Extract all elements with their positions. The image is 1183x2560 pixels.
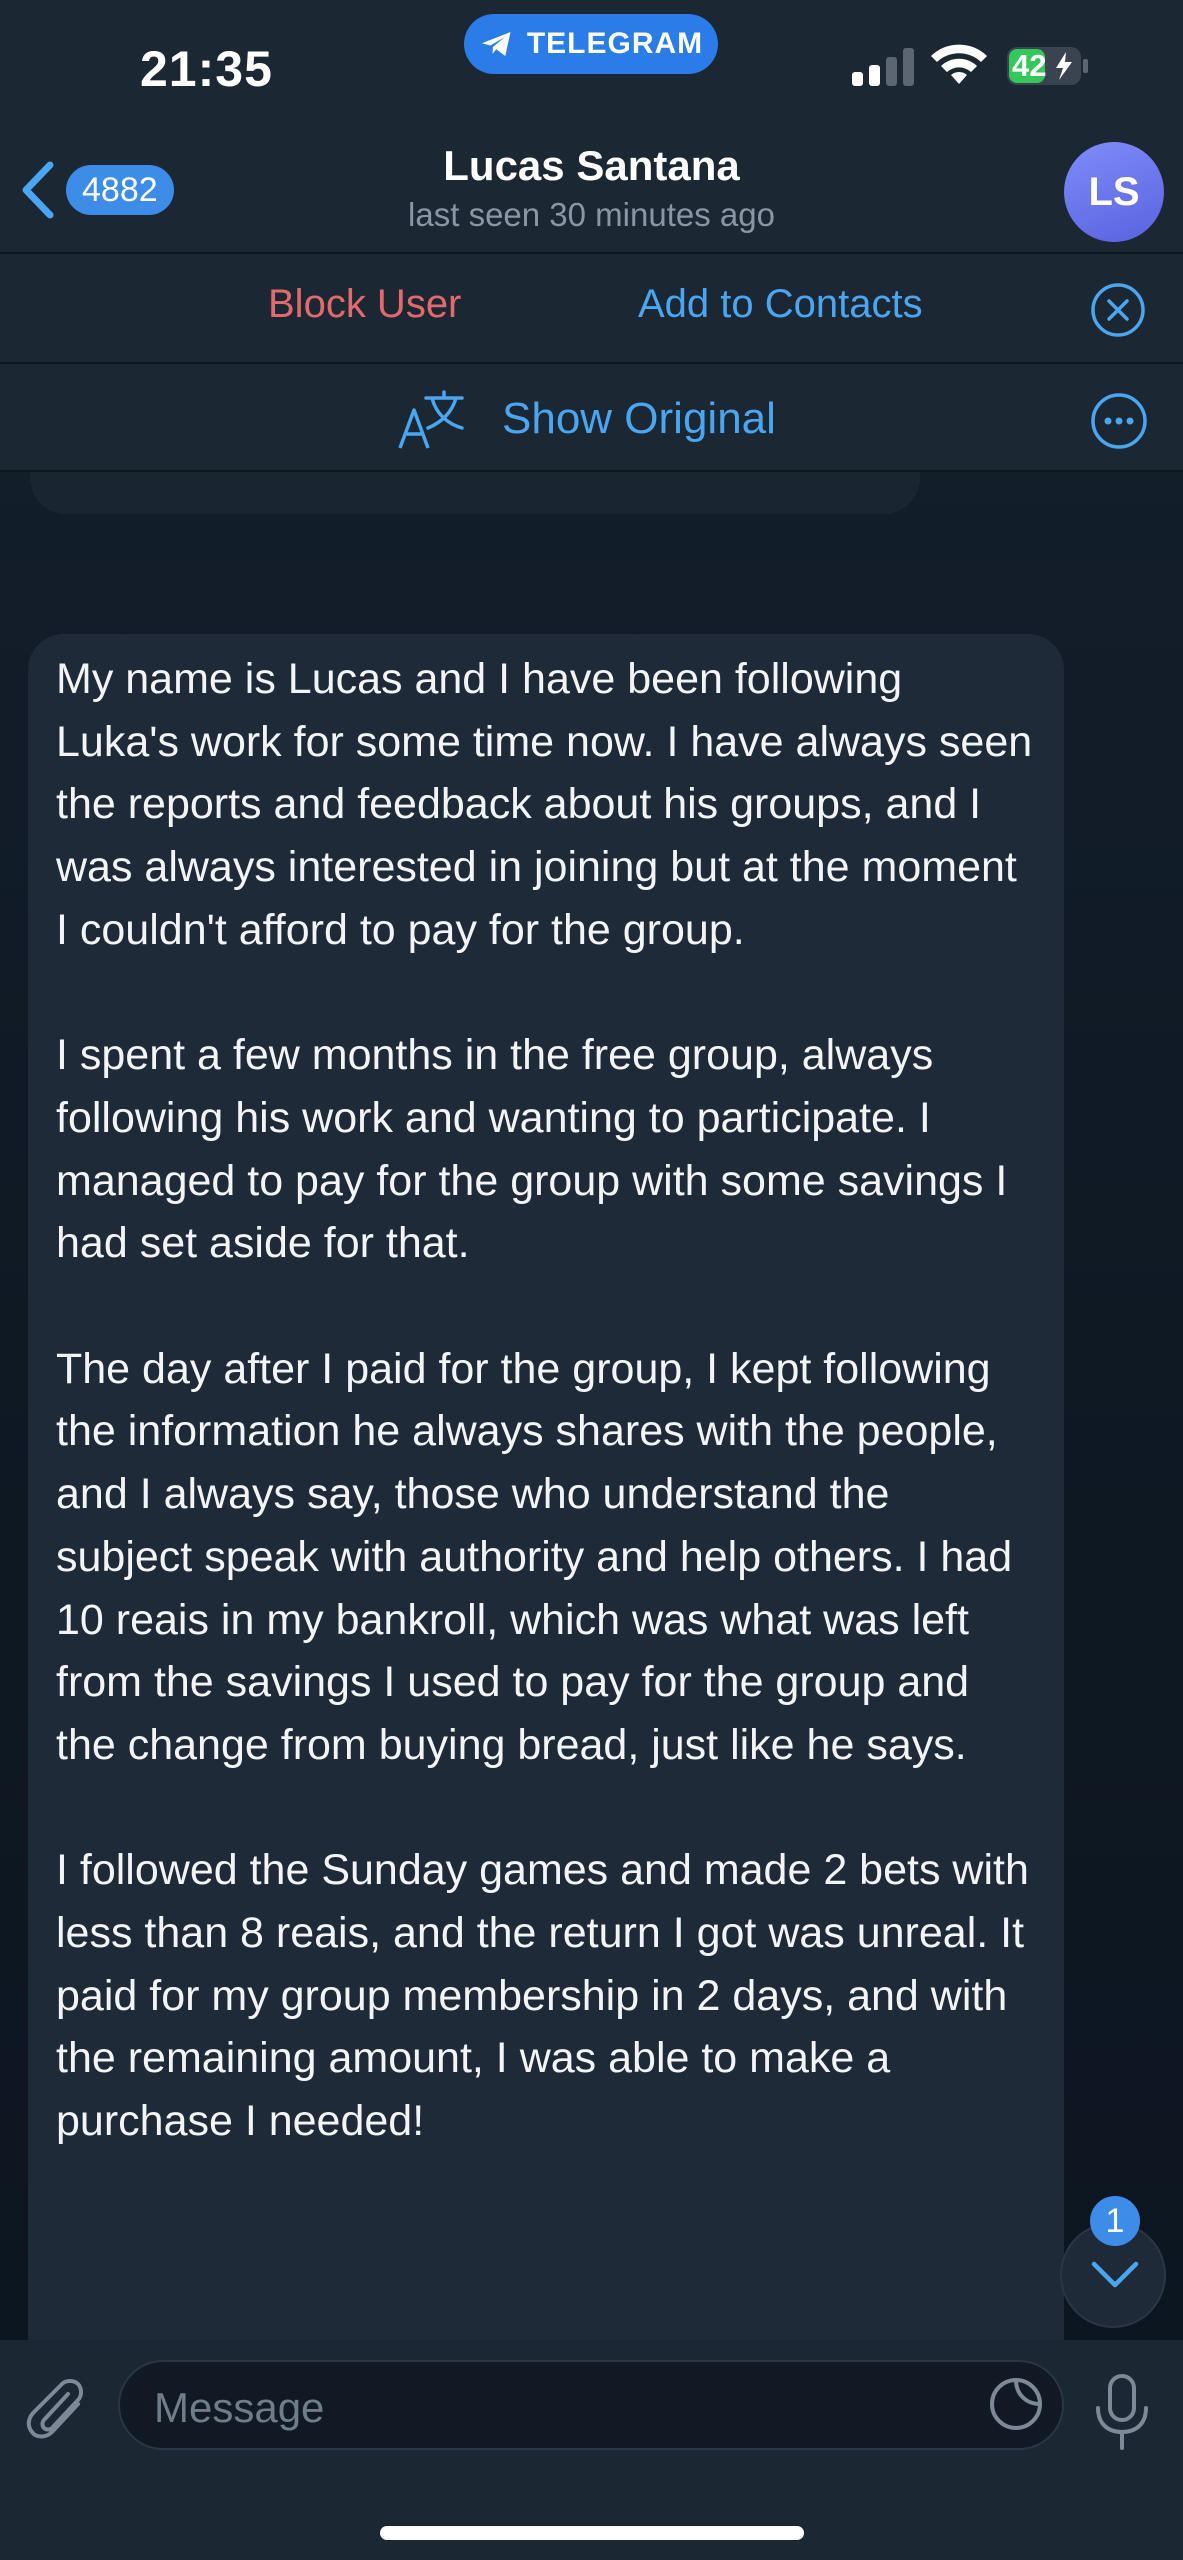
show-original-button[interactable]: Show Original xyxy=(502,394,776,444)
cellular-signal-icon xyxy=(852,48,914,86)
message-bubble[interactable]: My name is Lucas and I have been followi… xyxy=(28,634,1064,2354)
wifi-icon xyxy=(931,44,987,84)
microphone-icon[interactable] xyxy=(1090,2372,1154,2452)
add-to-contacts-button[interactable]: Add to Contacts xyxy=(638,282,923,327)
translation-bar: Show Original xyxy=(0,362,1183,472)
more-options-icon[interactable] xyxy=(1090,392,1148,450)
chevron-down-icon xyxy=(1091,2261,1139,2288)
translate-icon xyxy=(398,390,464,449)
battery-indicator: 42 xyxy=(1006,46,1090,86)
sticker-icon[interactable] xyxy=(986,2374,1046,2434)
status-bar: 21:35 TELEGRAM 42 xyxy=(0,0,1183,140)
telegram-plane-icon xyxy=(481,32,511,56)
message-composer: Message xyxy=(0,2340,1183,2560)
avatar[interactable]: LS xyxy=(1064,142,1164,242)
paperclip-icon[interactable] xyxy=(24,2374,94,2454)
battery-level: 42 xyxy=(1012,48,1047,83)
contact-action-bar: Block User Add to Contacts xyxy=(0,252,1183,362)
message-paragraph: My name is Lucas and I have been followi… xyxy=(56,655,1033,954)
message-placeholder: Message xyxy=(154,2384,325,2431)
block-user-button[interactable]: Block User xyxy=(268,282,461,327)
telegram-app-pill[interactable]: TELEGRAM xyxy=(464,14,718,74)
message-paragraph: I followed the Sunday games and made 2 b… xyxy=(56,1846,1029,2146)
chat-header: 4882 Lucas Santana last seen 30 minutes … xyxy=(0,140,1183,252)
chat-screen: 21:35 TELEGRAM 42 4882 Lucas Santana las… xyxy=(0,0,1183,2560)
last-seen-status: last seen 30 minutes ago xyxy=(408,196,775,233)
message-paragraph: I spent a few months in the free group, … xyxy=(56,1031,1008,1268)
close-icon[interactable] xyxy=(1090,282,1146,338)
home-indicator[interactable] xyxy=(380,2526,804,2540)
telegram-pill-label: TELEGRAM xyxy=(526,27,704,60)
status-time: 21:35 xyxy=(140,41,273,97)
previous-message-bubble xyxy=(30,472,920,514)
contact-name[interactable]: Lucas Santana xyxy=(0,142,1183,190)
message-paragraph: The day after I paid for the group, I ke… xyxy=(56,1344,1013,1769)
unread-messages-badge: 1 xyxy=(1090,2196,1140,2246)
message-input[interactable]: Message xyxy=(118,2360,1064,2450)
